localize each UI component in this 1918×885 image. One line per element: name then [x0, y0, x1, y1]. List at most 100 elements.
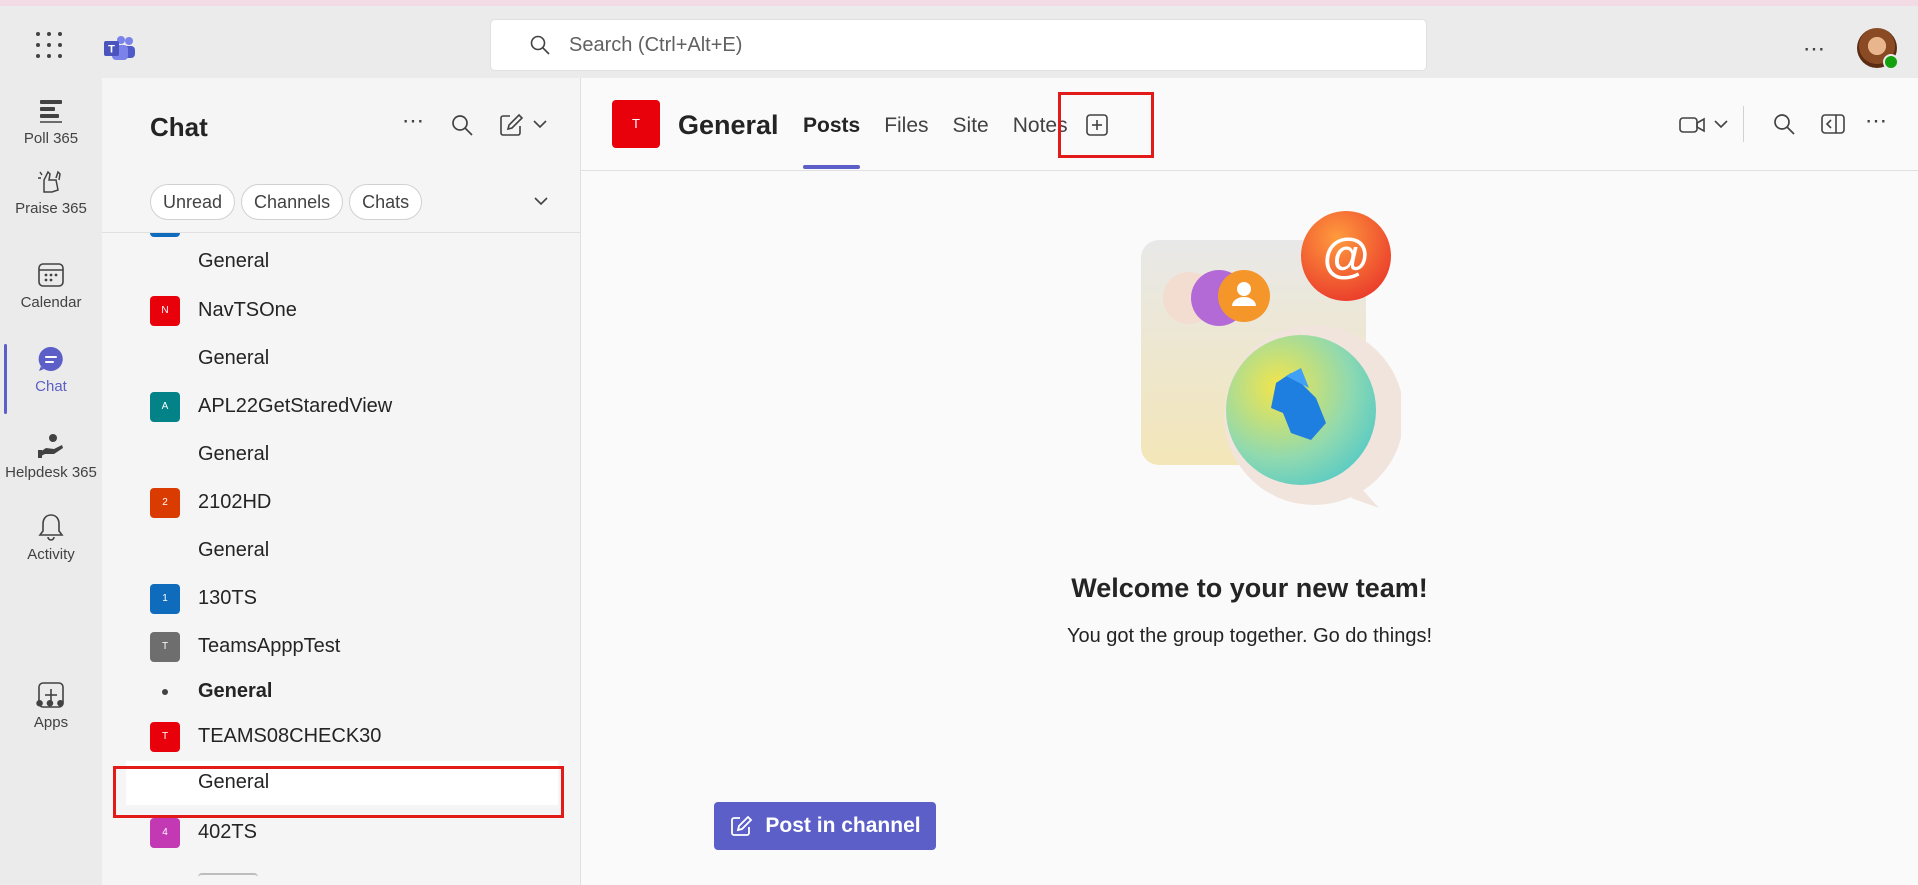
list-item-selected[interactable]: General [126, 761, 558, 805]
helpdesk-icon [38, 434, 63, 458]
list-item[interactable]: A APL22GetStaredView [102, 385, 581, 429]
panel-title: Chat [150, 112, 208, 142]
search-icon [530, 35, 550, 55]
rail-item-apps[interactable]: Apps [0, 680, 102, 758]
team-tile: A [150, 392, 180, 422]
avatar[interactable] [1857, 28, 1899, 70]
chevron-down-icon[interactable] [1713, 116, 1729, 132]
rail-item-chat[interactable]: Chat [0, 344, 102, 422]
channel-name: General [198, 347, 270, 369]
unread-dot-icon [162, 689, 168, 695]
app-rail: Poll 365 Praise 365 Calendar Chat Helpde… [0, 78, 102, 885]
team-name: NavTSOne [198, 299, 297, 321]
channel-view: T General Posts Files Site Notes ⋯ @ Wel… [581, 78, 1918, 885]
tab-files[interactable]: Files [884, 114, 928, 138]
channel-name: General [198, 443, 270, 465]
rail-item-calendar[interactable]: Calendar [0, 260, 102, 338]
svg-text:@: @ [1323, 230, 1370, 283]
team-name: TeamsApppTest [198, 635, 341, 657]
rail-item-label: Apps [33, 714, 69, 731]
channel-title: General [678, 110, 779, 140]
team-name: 130TS [198, 587, 257, 609]
list-item[interactable]: General [102, 337, 581, 381]
compose-icon [731, 815, 753, 836]
list-item[interactable]: 4 402TS [102, 811, 581, 855]
rail-item-label: Calendar [20, 294, 82, 311]
svg-text:T: T [108, 44, 115, 56]
new-chat-icon[interactable] [498, 112, 524, 138]
teams-logo-icon: T [104, 36, 135, 60]
search-input[interactable] [569, 33, 1369, 57]
team-tile: 4 [150, 818, 180, 848]
search-icon[interactable] [1772, 112, 1796, 136]
more-options-icon[interactable]: ⋯ [1865, 108, 1887, 134]
team-name: APL22GetStaredView [198, 395, 393, 417]
rail-item-activity[interactable]: Activity [0, 512, 102, 590]
team-tile: 2 [150, 488, 180, 518]
welcome-illustration: @ [1141, 211, 1401, 508]
channel-name: General [198, 539, 270, 561]
chat-icon [38, 346, 63, 371]
top-bar: T ⋯ [0, 0, 1918, 78]
post-in-channel-button[interactable]: Post in channel [714, 802, 936, 850]
more-options-icon[interactable]: ⋯ [1803, 36, 1826, 62]
rail-item-label: Praise 365 [15, 200, 87, 217]
list-item[interactable]: T TEAMS08CHECK30 [102, 715, 581, 759]
list-item[interactable]: T TeamsApppTest [102, 625, 581, 669]
welcome-subtitle: You got the group together. Go do things… [1066, 625, 1433, 647]
list-item[interactable]: 2 2102HD [102, 481, 581, 525]
side-panel-icon[interactable] [1820, 113, 1846, 135]
tab-site[interactable]: Site [953, 114, 989, 138]
team-name: 402TS [198, 821, 257, 843]
chevron-down-icon[interactable] [532, 192, 550, 210]
praise-icon [38, 170, 61, 193]
list-item[interactable]: General [102, 529, 581, 573]
list-item[interactable]: General [102, 433, 581, 477]
channel-name: General [198, 680, 273, 702]
chevron-down-icon[interactable] [532, 116, 548, 132]
tab-posts[interactable]: Posts [803, 114, 861, 169]
filter-chats[interactable]: Chats [349, 184, 423, 220]
team-name: TEAMS08CHECK30 [198, 725, 382, 747]
poll-icon [40, 100, 62, 123]
search-box[interactable] [490, 19, 1427, 71]
rail-item-helpdesk-365[interactable]: Helpdesk 365 [0, 430, 102, 508]
team-tile: T [150, 722, 180, 752]
list-item[interactable]: General [102, 240, 581, 284]
list-item[interactable]: 1 130TS [102, 577, 581, 621]
team-tile: T [612, 100, 660, 148]
filter-channels[interactable]: Channels [241, 184, 344, 220]
presence-available-icon [1883, 54, 1899, 70]
team-tile: 1 [150, 584, 180, 614]
rail-item-label: Chat [35, 378, 67, 395]
channel-header: T General Posts Files Site Notes ⋯ [581, 78, 1918, 171]
search-icon[interactable] [450, 113, 474, 137]
filter-unread[interactable]: Unread [150, 184, 236, 220]
rail-item-praise-365[interactable]: Praise 365 [0, 166, 102, 244]
rail-item-poll-365[interactable]: Poll 365 [0, 96, 102, 174]
list-item[interactable]: N NavTSOne [102, 289, 581, 333]
channel-name: General [198, 771, 270, 793]
video-call-icon[interactable] [1678, 114, 1706, 136]
channel-tabs: Posts Files Site Notes [803, 114, 1092, 169]
more-options-icon[interactable]: ⋯ [402, 108, 424, 134]
team-tile [150, 233, 180, 237]
team-tile: N [150, 296, 180, 326]
welcome-title: Welcome to your new team! [1071, 573, 1428, 603]
rail-item-label: Poll 365 [23, 130, 79, 147]
add-tab-icon[interactable] [1084, 112, 1110, 138]
post-button-label: Post in channel [765, 814, 921, 837]
team-tile: T [150, 632, 180, 662]
team-channel-list: General N NavTSOne General A APL22GetSta… [102, 233, 581, 885]
calendar-icon [38, 263, 64, 287]
filter-pills: Unread Channels Chats [150, 184, 423, 220]
rail-item-label: Activity [27, 546, 75, 563]
add-app-icon [38, 682, 64, 708]
bell-icon [38, 514, 64, 541]
channel-name: General [198, 250, 270, 272]
list-item[interactable]: General [102, 670, 581, 714]
tab-notes[interactable]: Notes [1013, 114, 1068, 138]
rail-item-label: Helpdesk 365 [5, 464, 97, 481]
divider [1743, 106, 1744, 142]
app-launcher-icon[interactable] [36, 32, 62, 58]
